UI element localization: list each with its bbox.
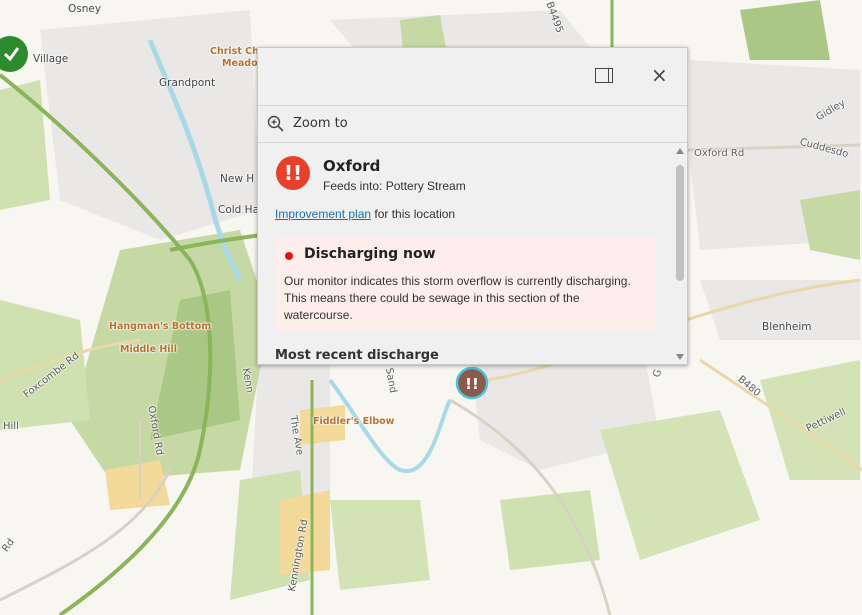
status-dot-icon: [285, 252, 293, 260]
zoom-to-button[interactable]: Zoom to: [258, 105, 687, 143]
popup-content[interactable]: !! Oxford Feeds into: Pottery Stream Imp…: [258, 144, 671, 364]
zoom-in-icon: [267, 115, 284, 132]
zoom-to-label: Zoom to: [293, 116, 348, 131]
map-label: Oxford Rd: [694, 148, 745, 159]
location-popup: × Zoom to !! Oxford Feeds into: Pottery …: [257, 47, 688, 365]
recent-discharge-heading: Most recent discharge: [275, 348, 439, 363]
improvement-plan-link[interactable]: Improvement plan: [275, 207, 371, 221]
plan-suffix-text: for this location: [371, 207, 456, 221]
map-label: Hangman's Bottom: [109, 321, 212, 332]
status-description: Our monitor indicates this storm overflo…: [284, 274, 631, 322]
improvement-plan-row: Improvement plan for this location: [275, 207, 455, 221]
map-label: Cold Ha: [218, 204, 260, 216]
map-label: Osney: [68, 3, 102, 15]
map-label: Hill: [3, 421, 19, 432]
map-label: Meado: [222, 58, 258, 69]
status-box: Discharging now Our monitor indicates th…: [275, 237, 656, 331]
map-label: Grandpont: [159, 77, 216, 89]
map-label: Fiddler's Elbow: [313, 416, 395, 427]
map-label: Middle Hill: [120, 344, 178, 355]
dock-panel-button[interactable]: [595, 68, 613, 83]
feeds-into-text: Feeds into: Pottery Stream: [323, 179, 466, 193]
checkmark-icon: [3, 47, 20, 62]
popup-header: ×: [258, 48, 687, 106]
scroll-up-arrow-icon[interactable]: [676, 148, 684, 154]
map-label: Blenheim: [762, 321, 812, 333]
map-label: Village: [33, 53, 69, 65]
marker-shape-icon: !!: [455, 366, 489, 400]
marker-symbol: !!: [465, 375, 479, 393]
scroll-thumb[interactable]: [676, 165, 684, 281]
map-label: New H: [220, 173, 255, 185]
popup-scrollbar[interactable]: [673, 144, 687, 364]
scroll-down-arrow-icon[interactable]: [676, 354, 684, 360]
status-title: Discharging now: [304, 246, 436, 262]
alert-icon: !!: [276, 156, 310, 190]
location-title: Oxford: [323, 157, 381, 175]
close-button[interactable]: ×: [651, 65, 668, 85]
sewage-overflow-marker-icon[interactable]: !!: [455, 366, 489, 400]
check-marker-icon[interactable]: [0, 36, 28, 72]
